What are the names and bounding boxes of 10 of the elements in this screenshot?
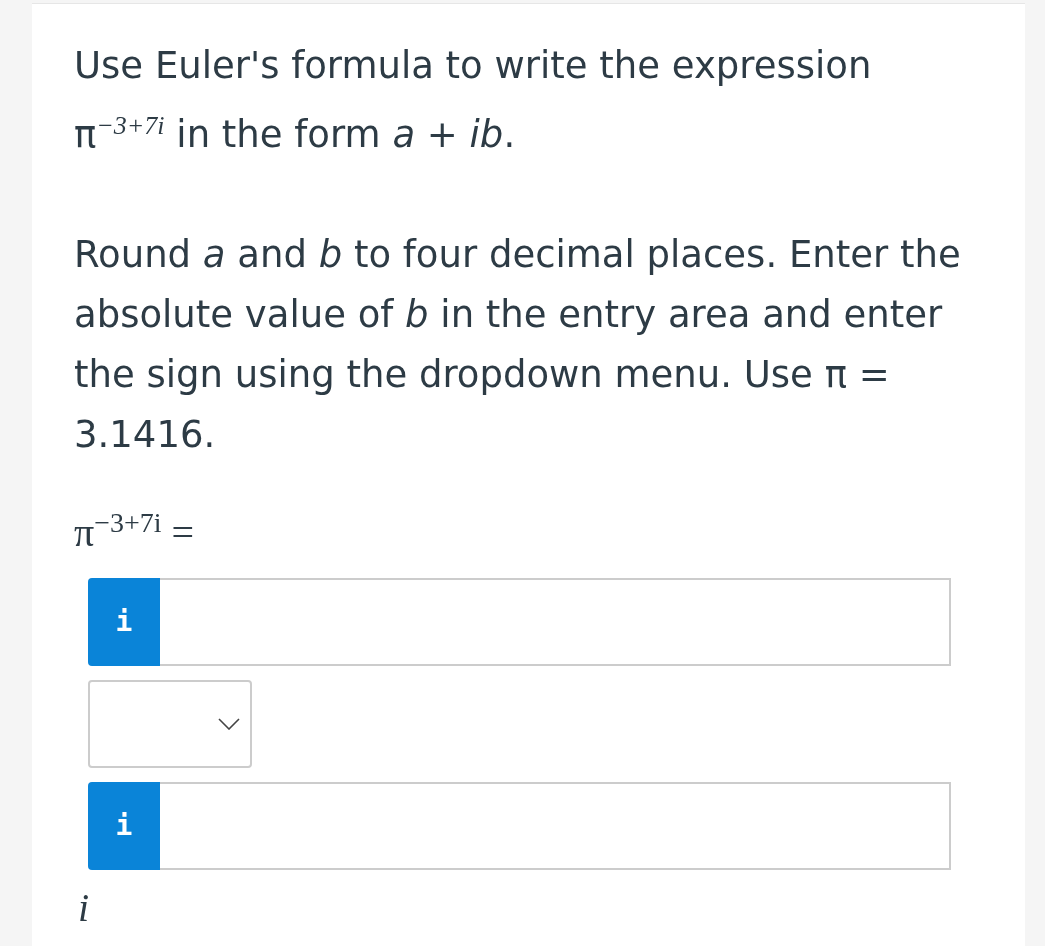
answer-field[interactable] xyxy=(160,577,951,666)
instructions-text: Round a and b to four decimal places. Enter the absolute value of b in the entry area and enter the sign using the dropdown menu. Use π = 3.1416. xyxy=(74,232,962,459)
sign-dropdown[interactable] xyxy=(88,679,252,768)
caret-icon xyxy=(218,717,240,730)
answer-field[interactable] xyxy=(160,781,951,870)
equation-text: π$^{−3+7i}$ = xyxy=(74,506,196,558)
info-button[interactable]: i xyxy=(88,781,160,870)
question-text: Use Euler's formula to write the expression π$^{−3+7i}$ in the form a + ib. xyxy=(74,43,873,159)
imaginary-unit-text: i xyxy=(78,883,91,931)
info-button[interactable]: i xyxy=(88,577,160,666)
